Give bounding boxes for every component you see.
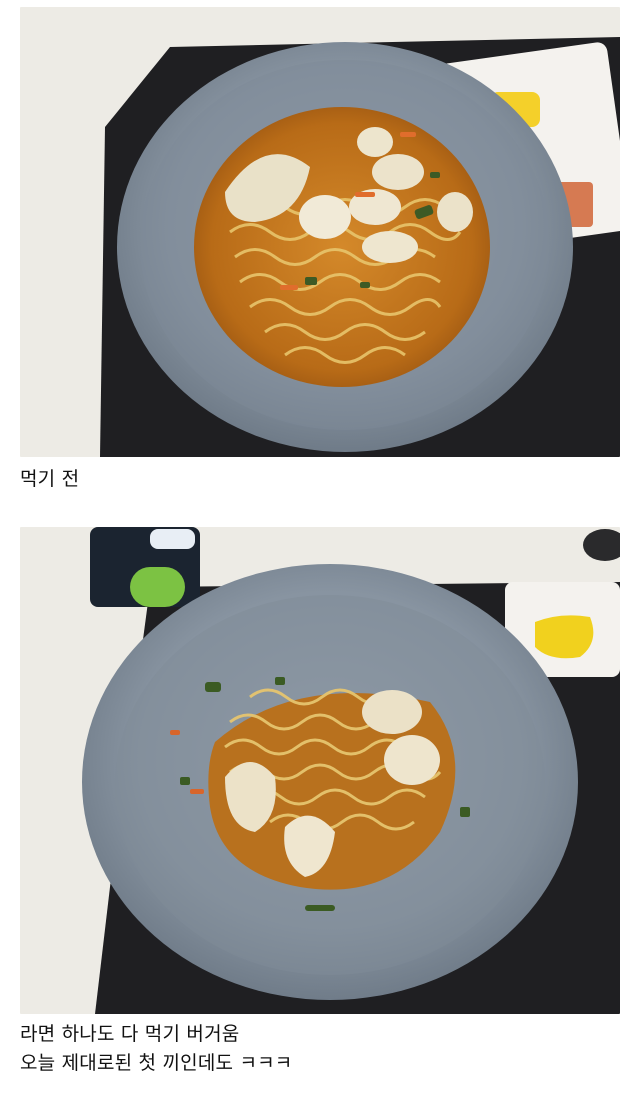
caption-after-line2: 오늘 제대로된 첫 끼인데도 ㅋㅋㅋ — [20, 1052, 293, 1074]
ramen-leftover-bowl-image — [20, 527, 620, 1014]
caption-before: 먹기 전 — [20, 468, 80, 490]
caption-after-line1: 라면 하나도 다 먹기 버거움 — [20, 1023, 240, 1045]
photo-before-eating — [20, 7, 620, 457]
caption-after: 라면 하나도 다 먹기 버거움 오늘 제대로된 첫 끼인데도 ㅋㅋㅋ — [20, 1020, 292, 1078]
ramen-full-bowl-image — [20, 7, 620, 457]
photo-after-eating — [20, 527, 620, 1014]
